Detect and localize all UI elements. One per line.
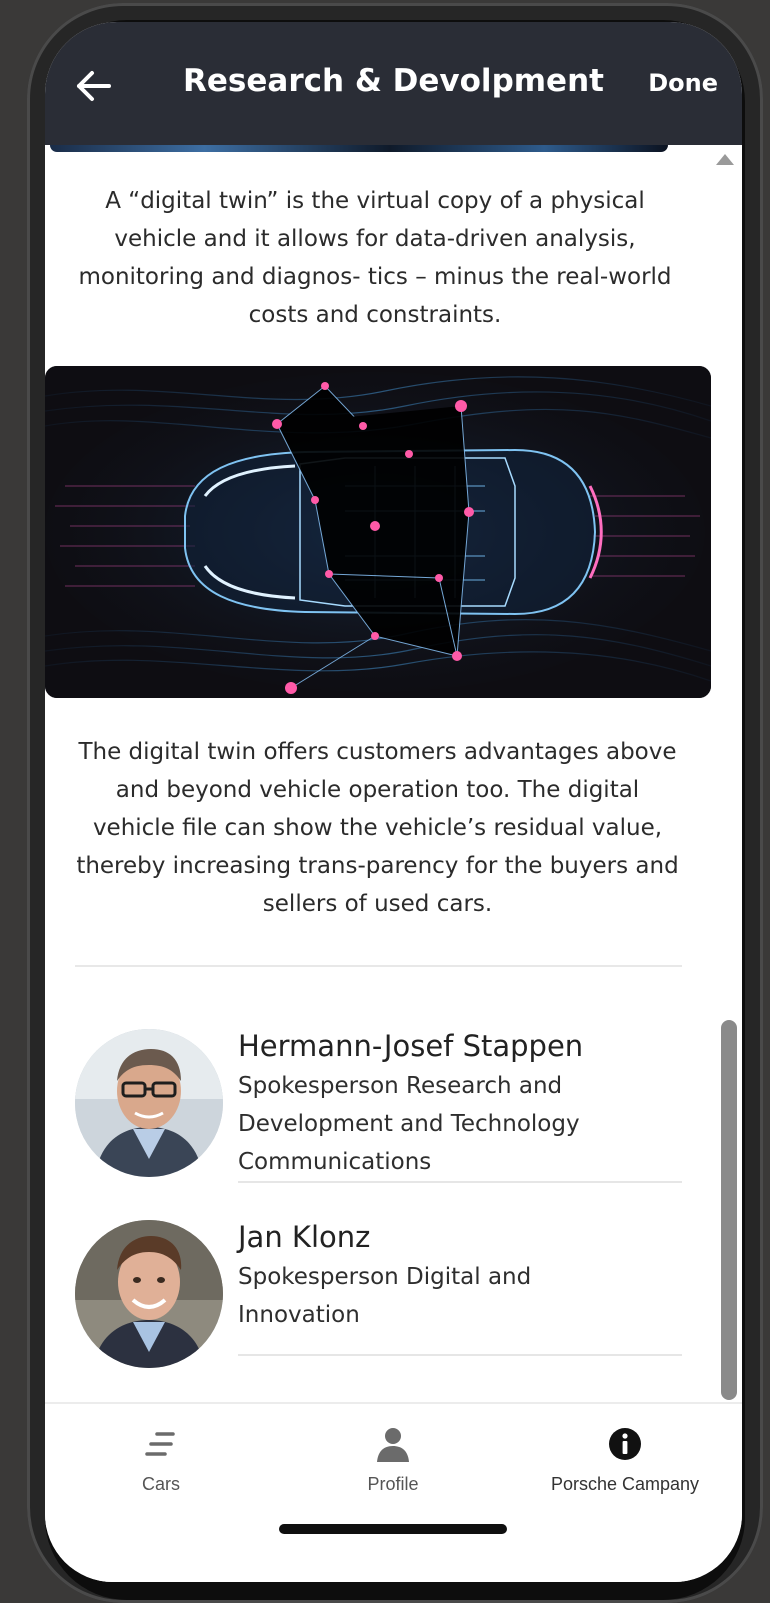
contact-item[interactable]: Hermann-Josef Stappen Spokesperson Resea…	[75, 1029, 685, 1183]
tab-label: Porsche Campany	[550, 1474, 700, 1494]
contact-separator	[238, 1354, 682, 1356]
tab-profile[interactable]: Profile	[293, 1404, 493, 1514]
scrollbar-thumb[interactable]	[721, 1020, 737, 1400]
app-screen: A “digital twin” is the virtual copy of …	[45, 22, 742, 1582]
section-divider	[75, 965, 682, 967]
tab-porsche-company[interactable]: Porsche Campany	[525, 1404, 725, 1514]
home-indicator[interactable]	[279, 1524, 507, 1534]
tab-cars[interactable]: Cars	[61, 1404, 261, 1514]
contact-item[interactable]: Jan Klonz Spokesperson Digital and Innov…	[75, 1220, 685, 1370]
contact-separator	[238, 1181, 682, 1183]
page-title: Research & Devolpment	[183, 63, 604, 99]
info-icon	[609, 1428, 641, 1460]
contact-role: Spokesperson Research and Development an…	[238, 1073, 580, 1175]
avatar	[75, 1029, 223, 1177]
tab-label: Cars	[141, 1474, 180, 1494]
contact-name: Jan Klonz	[238, 1220, 371, 1254]
user-icon	[377, 1428, 409, 1462]
contact-name: Hermann-Josef Stappen	[238, 1029, 584, 1063]
intro-paragraph: A “digital twin” is the virtual copy of …	[78, 188, 672, 328]
scroll-up-arrow-icon[interactable]	[716, 154, 734, 165]
done-button[interactable]: Done	[648, 69, 718, 97]
app-header: Research & Devolpment Done	[45, 22, 742, 145]
digital-twin-image	[45, 366, 711, 698]
previous-image-edge	[50, 145, 668, 152]
bottom-tab-bar: Cars Profile Porsche Campany	[45, 1402, 742, 1582]
car-wireframe-illustration	[45, 366, 711, 698]
details-paragraph: The digital twin offers customers advant…	[76, 739, 679, 917]
contact-role: Spokesperson Digital and Innovation	[238, 1264, 532, 1328]
list-lines-icon	[145, 1432, 175, 1456]
avatar	[75, 1220, 223, 1368]
tab-label: Profile	[367, 1474, 419, 1494]
